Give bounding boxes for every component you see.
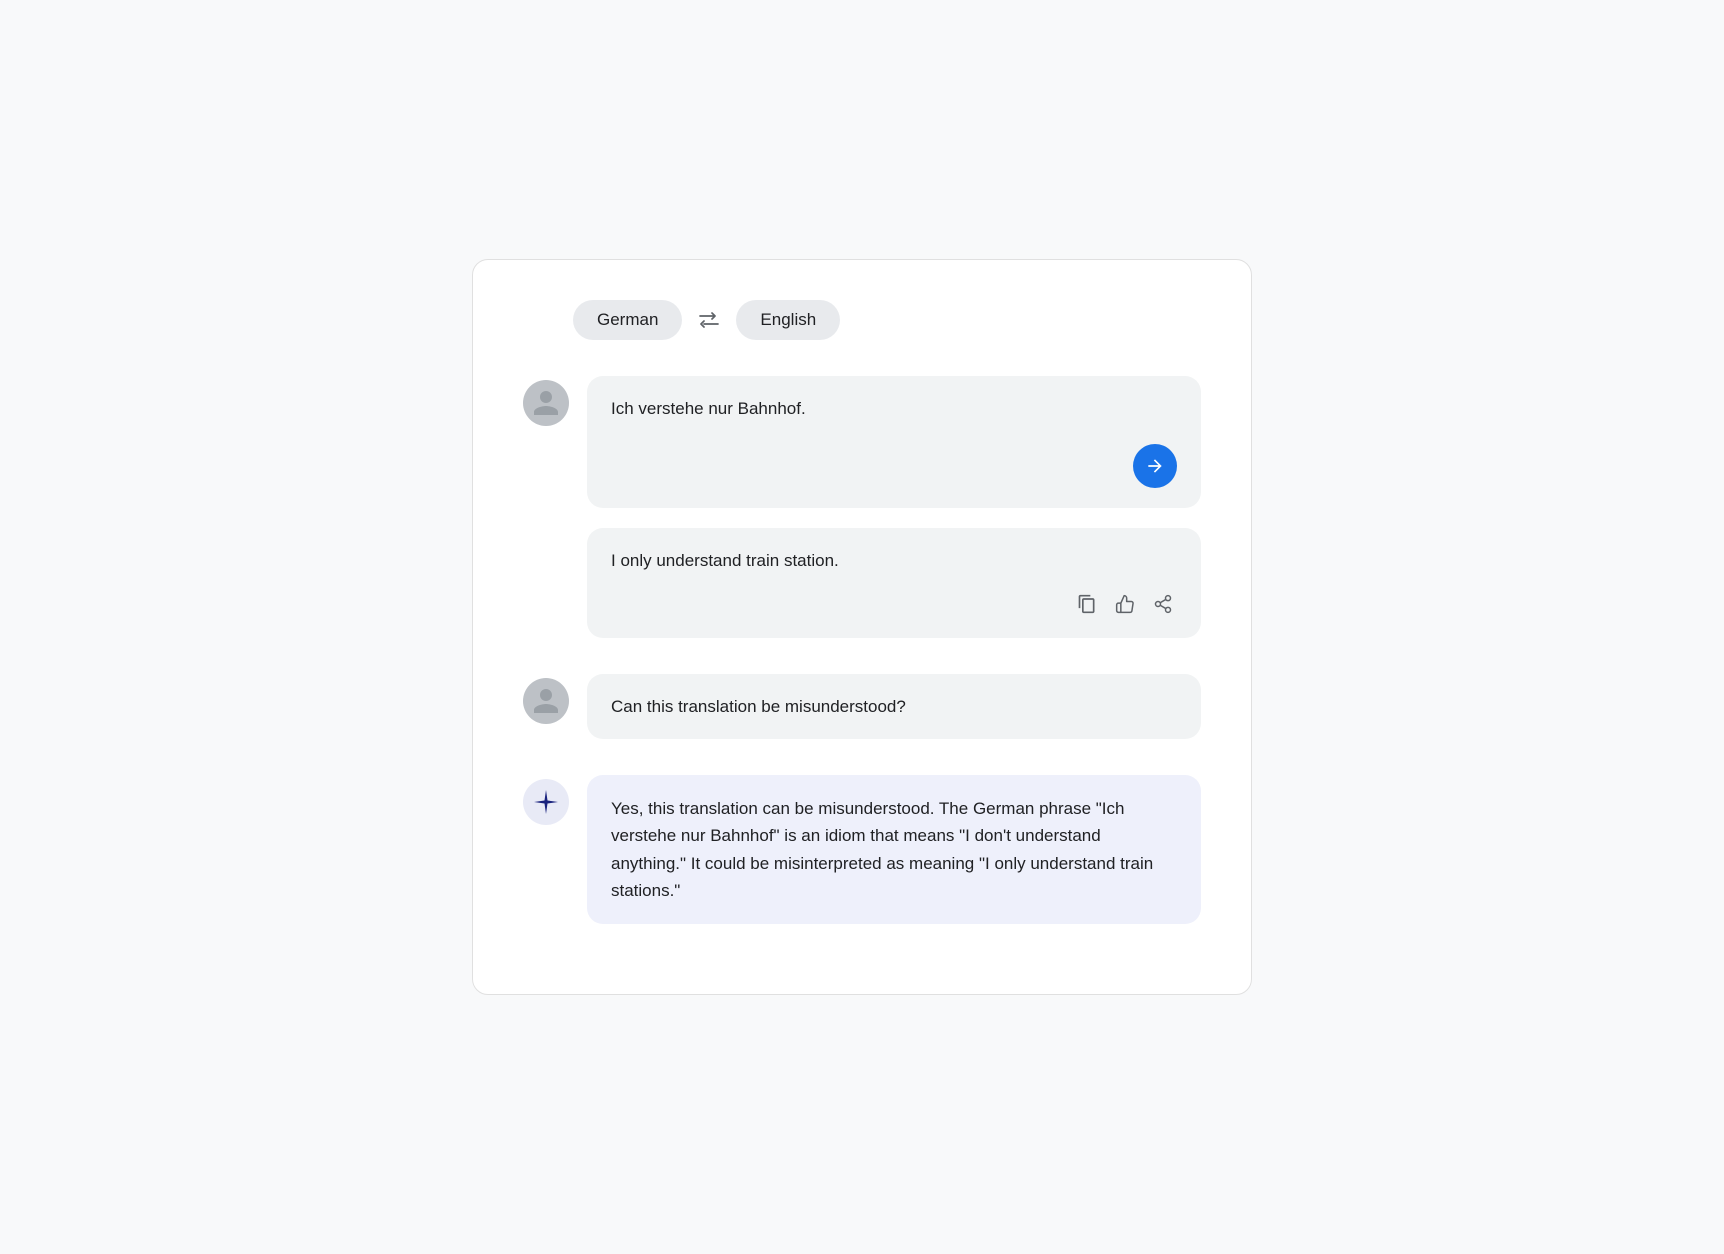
source-text: Ich verstehe nur Bahnhof. [611, 396, 1177, 422]
source-text-bubble: Ich verstehe nur Bahnhof. [587, 376, 1201, 508]
target-language-button[interactable]: English [736, 300, 840, 340]
share-button[interactable] [1149, 590, 1177, 618]
user-question-text: Can this translation be misunderstood? [611, 697, 906, 716]
translate-button[interactable] [1133, 444, 1177, 488]
translation-row: I only understand train station. [587, 528, 1201, 638]
translation-actions [611, 590, 1177, 618]
ai-avatar [523, 779, 569, 825]
main-container: German English Ich verstehe nur Bahnhof. [472, 259, 1252, 995]
user-input-row: Ich verstehe nur Bahnhof. [523, 376, 1201, 508]
copy-button[interactable] [1073, 590, 1101, 618]
feedback-button[interactable] [1111, 590, 1139, 618]
source-language-button[interactable]: German [573, 300, 682, 340]
swap-icon[interactable] [698, 312, 720, 328]
ai-response-row: Yes, this translation can be misundersto… [523, 775, 1201, 924]
ai-response-text: Yes, this translation can be misundersto… [611, 799, 1153, 900]
user-avatar [523, 380, 569, 426]
ai-response-bubble: Yes, this translation can be misundersto… [587, 775, 1201, 924]
user-question-row: Can this translation be misunderstood? [523, 674, 1201, 740]
translation-text: I only understand train station. [611, 548, 1177, 574]
user-avatar-2 [523, 678, 569, 724]
user-question-bubble: Can this translation be misunderstood? [587, 674, 1201, 740]
language-bar: German English [523, 300, 1201, 340]
translation-bubble: I only understand train station. [587, 528, 1201, 638]
